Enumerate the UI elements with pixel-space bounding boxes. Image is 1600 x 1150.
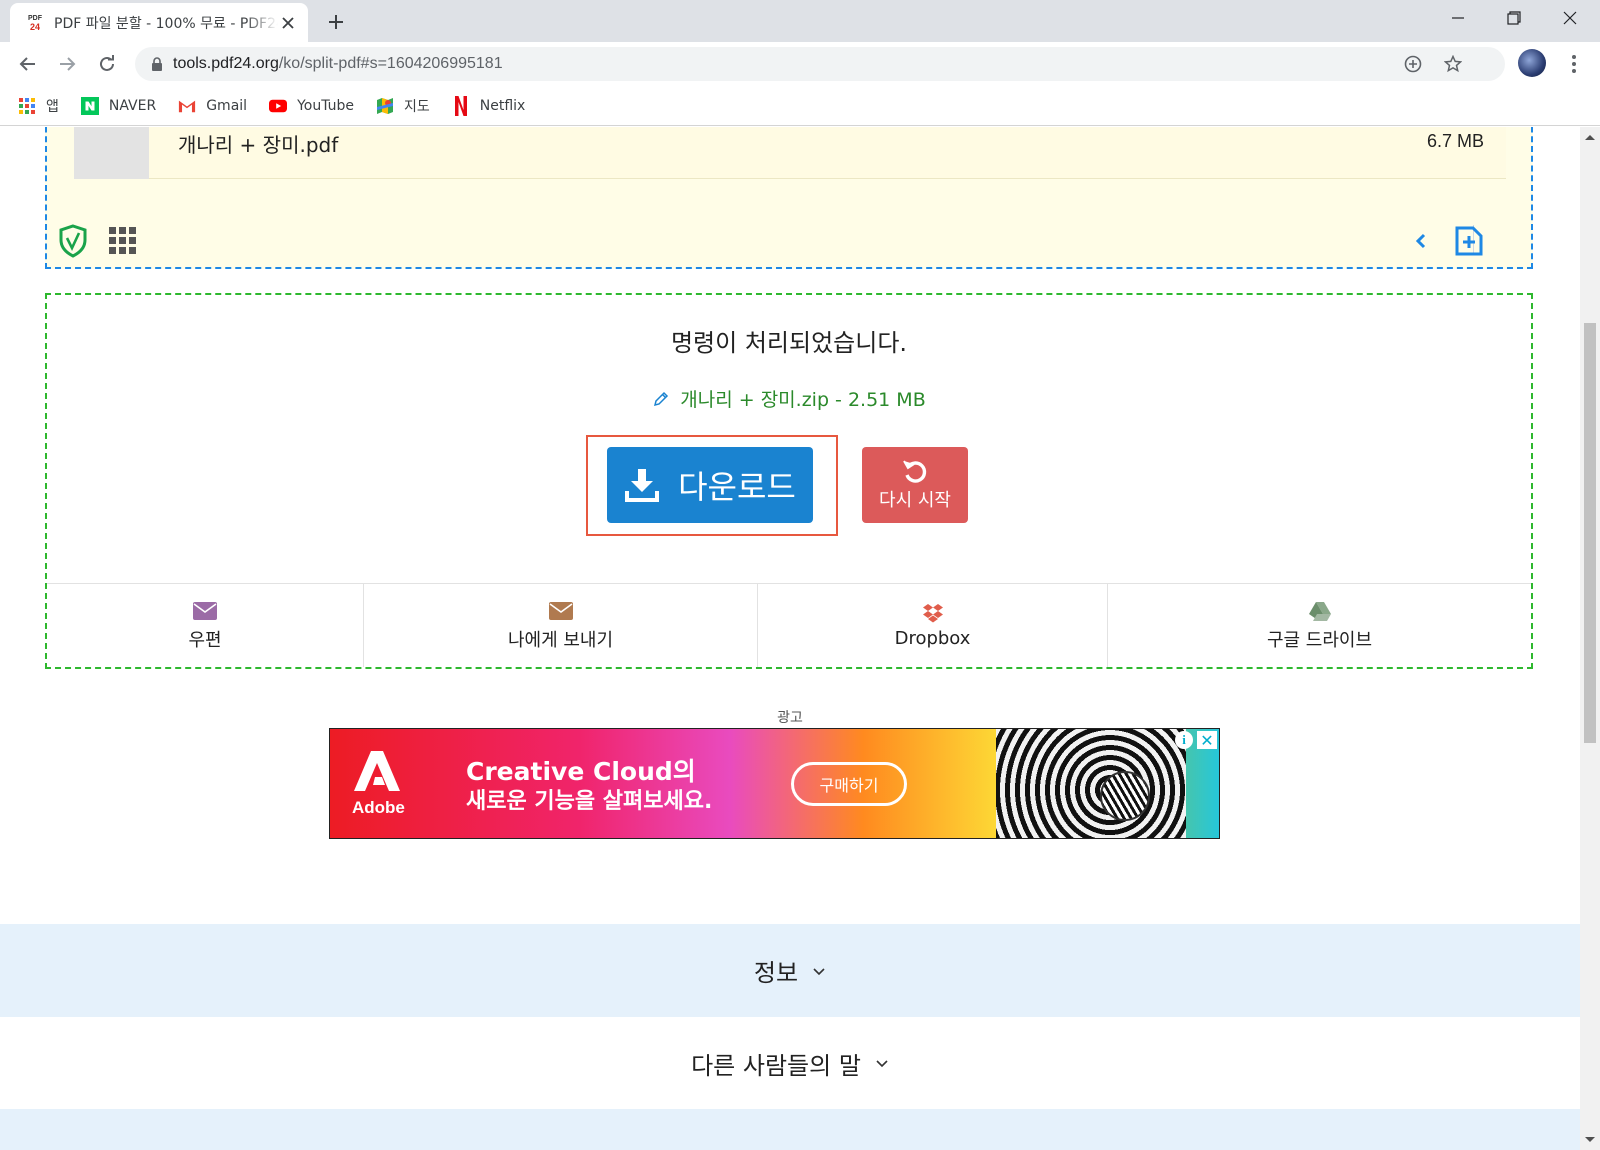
- security-shield-icon[interactable]: [55, 223, 91, 259]
- pencil-icon[interactable]: [652, 390, 670, 408]
- share-send-to-me[interactable]: 나에게 보내기: [364, 584, 758, 667]
- new-tab-button[interactable]: [322, 8, 350, 36]
- bookmark-naver[interactable]: NAVER: [80, 92, 164, 120]
- ad-artwork: [996, 729, 1186, 838]
- restart-label: 다시 시작: [879, 490, 951, 511]
- scroll-down-arrow-icon[interactable]: [1585, 1137, 1595, 1142]
- share-options: 우편 나에게 보내기 Dropbox 구글 드라이브: [47, 583, 1531, 667]
- ad-artwork-sphere: [1100, 771, 1150, 821]
- browser-tab-active[interactable]: PDF 24 PDF 파일 분할 - 100% 무료 - PDF24: [10, 3, 308, 42]
- page-viewport: 개나리 + 장미.pdf 6.7 MB 명령이 처리되었습니다. 개나리 + 장…: [0, 127, 1580, 1150]
- naver-icon: [80, 96, 99, 115]
- netflix-icon: [452, 95, 470, 116]
- chevron-down-icon: [876, 1060, 888, 1068]
- download-button[interactable]: 다운로드: [607, 447, 813, 523]
- scroll-up-arrow-icon[interactable]: [1585, 135, 1595, 140]
- install-app-icon[interactable]: [1403, 54, 1423, 74]
- undo-icon: [903, 460, 927, 483]
- info-section-toggle[interactable]: 정보: [0, 924, 1580, 1017]
- file-thumbnail: [74, 127, 149, 179]
- chevron-down-icon: [813, 967, 825, 975]
- download-icon: [625, 469, 660, 502]
- bookmark-apps[interactable]: 앱: [18, 92, 67, 120]
- forward-button[interactable]: [53, 50, 81, 78]
- address-bar[interactable]: tools.pdf24.org/ko/split-pdf#s=160420699…: [135, 47, 1505, 81]
- file-name: 개나리 + 장미.pdf: [178, 133, 339, 157]
- minimize-button[interactable]: [1430, 0, 1486, 36]
- gmail-icon: [178, 97, 196, 115]
- add-file-icon[interactable]: [1451, 223, 1487, 259]
- result-panel: 명령이 처리되었습니다. 개나리 + 장미.zip - 2.51 MB 다운로드…: [45, 293, 1533, 669]
- browser-menu-icon[interactable]: [1564, 52, 1584, 76]
- tab-strip: PDF 24 PDF 파일 분할 - 100% 무료 - PDF24: [0, 0, 1600, 42]
- envelope-icon: [548, 600, 574, 622]
- ad-label: 광고: [777, 710, 803, 726]
- upload-toolbar: [47, 217, 1531, 267]
- output-file-link[interactable]: 개나리 + 장미.zip - 2.51 MB: [47, 385, 1531, 412]
- collapse-left-icon[interactable]: [1403, 223, 1439, 259]
- file-row[interactable]: 개나리 + 장미.pdf 6.7 MB: [74, 127, 1506, 179]
- output-file-name: 개나리 + 장미.zip - 2.51 MB: [680, 389, 926, 411]
- reviews-section-title: 다른 사람들의 말: [691, 1051, 861, 1080]
- ad-headline: Creative Cloud의 새로운 기능을 살펴보세요.: [466, 757, 713, 814]
- share-google-drive[interactable]: 구글 드라이브: [1108, 584, 1531, 667]
- bookmarks-bar: 앱 NAVER Gmail YouTube 지도 Netflix: [0, 86, 1600, 126]
- next-section: [0, 1109, 1580, 1150]
- apps-grid-icon: [18, 97, 36, 115]
- scrollbar-thumb[interactable]: [1584, 323, 1596, 743]
- share-dropbox[interactable]: Dropbox: [758, 584, 1108, 667]
- bookmark-gmail[interactable]: Gmail: [178, 92, 255, 120]
- ad-close-icon[interactable]: ✕: [1197, 731, 1217, 750]
- adobe-logo: Adobe: [352, 751, 405, 817]
- bookmark-maps[interactable]: 지도: [376, 92, 438, 120]
- grid-view-icon[interactable]: [105, 223, 141, 259]
- youtube-icon: [269, 97, 288, 115]
- tab-title: PDF 파일 분할 - 100% 무료 - PDF24: [54, 15, 278, 32]
- pdf24-favicon-icon: PDF 24: [28, 14, 42, 32]
- uploaded-files-panel: 개나리 + 장미.pdf 6.7 MB: [45, 127, 1533, 269]
- reviews-section-toggle[interactable]: 다른 사람들의 말: [0, 1017, 1580, 1109]
- back-button[interactable]: [14, 50, 42, 78]
- restart-button[interactable]: 다시 시작: [862, 447, 968, 523]
- reload-button[interactable]: [93, 50, 121, 78]
- download-label: 다운로드: [678, 468, 796, 506]
- close-window-button[interactable]: [1542, 0, 1598, 36]
- lock-icon: [152, 57, 162, 71]
- advertisement-banner[interactable]: Adobe Creative Cloud의 새로운 기능을 살펴보세요. 구매하…: [329, 728, 1220, 839]
- info-section-title: 정보: [753, 959, 799, 987]
- tab-close-icon[interactable]: [278, 13, 298, 33]
- bookmark-youtube[interactable]: YouTube: [269, 92, 362, 120]
- ad-info-icon[interactable]: i: [1175, 731, 1193, 749]
- profile-avatar[interactable]: [1518, 49, 1546, 77]
- google-drive-icon: [1307, 600, 1333, 622]
- envelope-icon: [192, 600, 218, 622]
- maps-icon: [376, 97, 394, 115]
- file-size: 6.7 MB: [1426, 131, 1484, 151]
- url-text: tools.pdf24.org/ko/split-pdf#s=160420699…: [173, 55, 503, 72]
- ad-buy-button[interactable]: 구매하기: [791, 762, 907, 806]
- bookmark-star-icon[interactable]: [1443, 54, 1463, 74]
- page-scrollbar[interactable]: [1580, 127, 1600, 1150]
- browser-toolbar: tools.pdf24.org/ko/split-pdf#s=160420699…: [0, 42, 1600, 86]
- restore-button[interactable]: [1486, 0, 1542, 36]
- result-title: 명령이 처리되었습니다.: [670, 329, 908, 357]
- bookmark-netflix[interactable]: Netflix: [452, 92, 534, 120]
- dropbox-icon: [920, 602, 946, 624]
- share-email[interactable]: 우편: [47, 584, 364, 667]
